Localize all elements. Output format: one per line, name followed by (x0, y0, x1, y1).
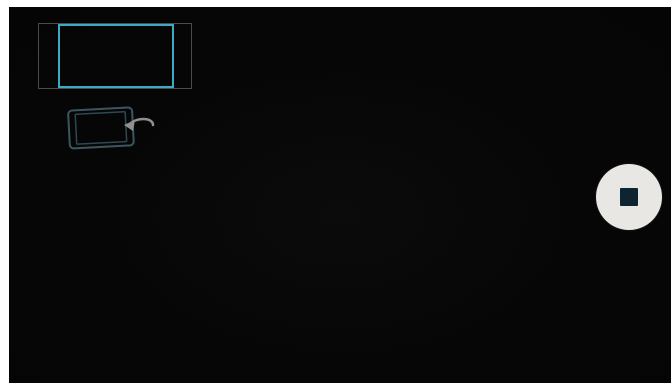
rotate-device-icon (65, 105, 160, 153)
camera-viewfinder (9, 7, 671, 383)
stop-recording-button[interactable] (596, 164, 662, 230)
preview-selection-box (58, 24, 174, 88)
stop-icon (620, 188, 638, 206)
